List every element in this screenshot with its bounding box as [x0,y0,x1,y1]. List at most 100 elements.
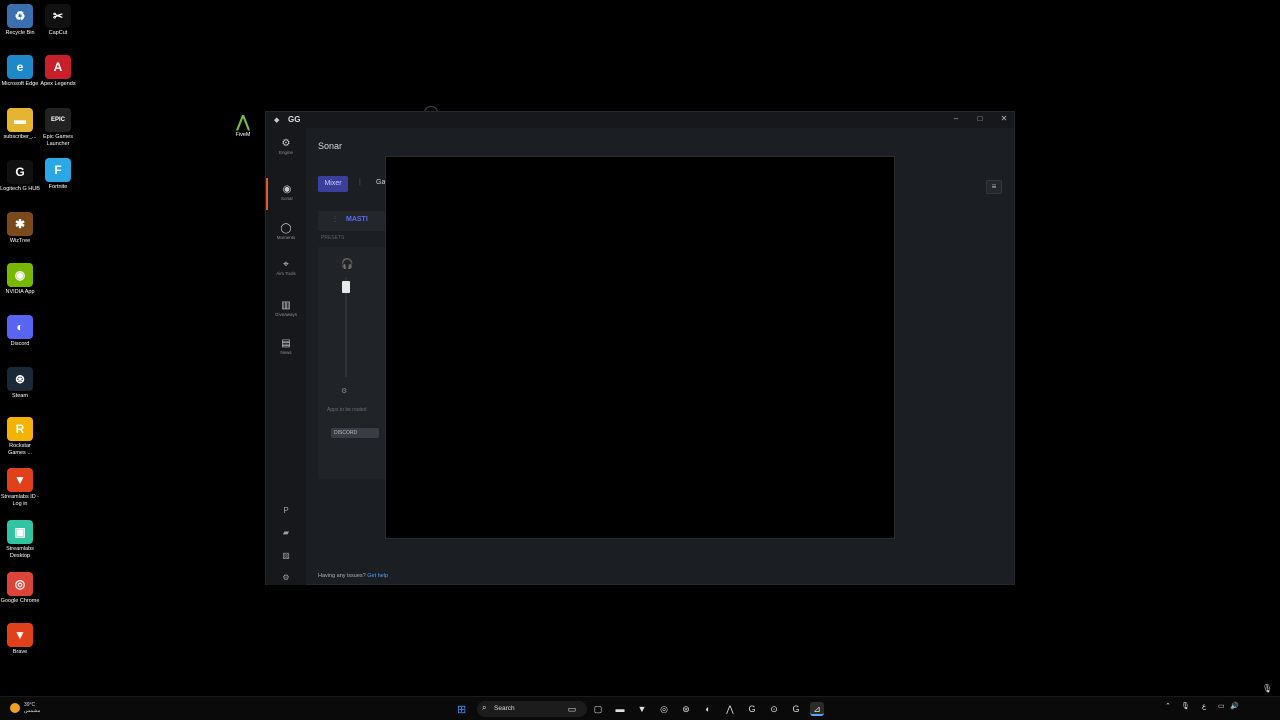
desktop-shortcut[interactable]: ♻ Recycle Bin [0,4,40,37]
logitech-icon: G [7,160,33,184]
discord-app-chip[interactable]: DISCORD [331,428,379,438]
get-help-link[interactable]: Get help [367,573,388,579]
desktop-shortcut[interactable]: ◐ Discord [0,315,40,348]
widget-icon[interactable]: ▭ [565,702,579,716]
fivem-taskbar-icon[interactable]: ⋀ [723,702,737,716]
desktop-shortcut[interactable]: ◎ Google Chrome [0,572,40,605]
desktop-shortcut[interactable]: EPIC Epic Games Launcher [38,108,78,148]
wiztree-icon: ✱ [7,212,33,236]
apps-routed-label: Apps to be routed [327,407,367,413]
tray-volume-icon[interactable]: 🔊 [1230,702,1239,710]
desktop-shortcut[interactable]: ▬ subscriber_... [0,108,40,141]
giveaways-gift-icon: ▥ [281,300,291,311]
desktop-shortcut[interactable]: ✂ CapCut [38,4,78,37]
desktop-shortcut[interactable]: ▼ Brave [0,623,40,656]
sidebar-item-label: Aim Tools [276,271,296,276]
volume-fader-handle[interactable] [342,281,350,293]
brave-taskbar-icon[interactable]: ▼ [635,702,649,716]
desktop-shortcut[interactable]: G Logitech G HUB [0,160,40,193]
close-button[interactable]: ✕ [997,114,1011,123]
weather-widget[interactable]: 39°C مشمس [24,702,40,714]
steam-taskbar-icon[interactable]: ⊛ [679,702,693,716]
fivem-desktop-icon[interactable]: ⋀ FiveM [230,112,256,138]
nvidia-icon: ◉ [7,263,33,287]
sidebar-item-sonar[interactable]: ◉ Sonar [266,178,306,210]
logitech-taskbar-icon[interactable]: G [745,702,759,716]
desktop-shortcut-label: NVIDIA App [5,289,35,295]
desktop-shortcut[interactable]: R Rockstar Games ... [0,417,40,457]
profile-avatar-icon[interactable]: P [266,506,306,515]
aim-tools-icon: ⌖ [283,259,289,270]
page-title: Sonar [318,141,343,151]
tray-mic-icon[interactable]: 🎙 [1181,702,1190,710]
logitech-g-taskbar-icon[interactable]: G [789,702,803,716]
discord-icon: ◐ [7,315,33,339]
desktop-shortcut[interactable]: ⊛ Steam [0,367,40,400]
fortnite-icon: F [45,158,71,182]
master-strip[interactable]: ⫶ MASTI [318,211,388,231]
sidebar-item-giveaways[interactable]: ▥ Giveaways [266,300,306,317]
sidebar-item-aim-tools[interactable]: ⌖ Aim Tools [266,259,306,276]
streamlabs-icon: ▣ [7,520,33,544]
steelseries-taskbar-icon[interactable]: ⊙ [767,702,781,716]
tab-game[interactable]: Ga [376,179,385,186]
desktop-shortcut[interactable]: F Fortnite [38,158,78,191]
weather-sun-icon[interactable] [10,703,20,713]
apex-icon: A [45,55,71,79]
steelseries-gg-taskbar-icon[interactable]: ⊿ [810,702,824,716]
edge-icon: e [7,55,33,79]
sidebar-item-label: Giveaways [274,312,297,317]
channel-settings-icon[interactable]: ⚙ [341,387,347,395]
desktop-shortcut[interactable]: e Microsoft Edge [0,55,40,88]
gallery-icon[interactable]: ▨ [266,551,306,560]
taskbar: 39°C مشمس ⊞ ⌕ Search ▭ ▢ ▬ ▼ ◎ ⊛ ◐ ⋀ G ⊙ G ⊿ ⌃ 🎙 ع … [0,696,1280,720]
gg-logo-icon: ◆ [274,117,280,124]
tray-chevron-icon[interactable]: ⌃ [1165,702,1171,710]
minimize-button[interactable]: – [949,114,963,123]
chrome-taskbar-icon[interactable]: ◎ [657,702,671,716]
tab-mixer[interactable]: Mixer [318,176,348,192]
sidebar-item-label: Sonar [280,196,293,201]
search-icon: ⌕ [482,703,487,712]
tray-network-icon[interactable]: ▭ [1218,702,1225,710]
desktop-shortcut[interactable]: ◉ NVIDIA App [0,263,40,296]
moments-icon: ◯ [280,223,292,234]
search-placeholder: Search [494,705,515,712]
sidebar-item-moments[interactable]: ◯ Moments [266,223,306,240]
blank-overlay-panel [385,156,895,539]
desktop-shortcut-label: Recycle Bin [5,30,35,36]
window-titlebar[interactable]: ◆ GG – □ ✕ [266,112,1014,128]
rockstar-icon: R [7,417,33,441]
sidebar-item-engine[interactable]: ⚙ Engine [266,138,306,155]
desktop-shortcut-label: Brave [12,649,28,655]
sidebar-item-label: News [280,350,292,355]
desktop: ♻ Recycle Bin ✂ CapCut e Microsoft Edge A Apex … [0,0,1280,720]
desktop-shortcut-label: Discord [10,341,30,347]
recycle-bin-icon: ♻ [7,4,33,28]
notifications-icon[interactable]: ▰ [266,528,306,537]
tab-separator: | [359,179,361,186]
tray-language-indicator[interactable]: ع [1202,702,1206,710]
menu-button[interactable]: ≡ [986,180,1002,194]
desktop-shortcut-label: Google Chrome [0,598,40,604]
maximize-button[interactable]: □ [973,114,987,123]
desktop-shortcut[interactable]: ▣ Streamlabs Desktop [0,520,40,560]
task-view-icon[interactable]: ▢ [591,702,605,716]
channel-panel: 🎧 ⚙ Apps to be routed DISCORD [318,247,388,479]
presets-label: PRESETS [321,235,345,241]
weather-desc: مشمس [24,708,41,714]
master-label: MASTI [346,216,368,223]
desktop-shortcut[interactable]: A Apex Legends [38,55,78,88]
discord-taskbar-icon[interactable]: ◐ [701,702,715,716]
settings-gear-icon[interactable]: ⚙ [266,573,306,582]
brave-icon: ▼ [7,623,33,647]
start-button[interactable]: ⊞ [457,703,466,716]
brave-icon: ▼ [7,468,33,492]
news-icon: ▤ [281,338,291,349]
file-explorer-icon[interactable]: ▬ [613,702,627,716]
desktop-shortcut[interactable]: ▼ Streamlabs ID - Log in [0,468,40,508]
desktop-shortcut-label: Steam [12,393,28,399]
desktop-shortcut[interactable]: ✱ WizTree [0,212,40,245]
desktop-shortcut-label: WizTree [9,238,31,244]
sidebar-item-news[interactable]: ▤ News [266,338,306,355]
